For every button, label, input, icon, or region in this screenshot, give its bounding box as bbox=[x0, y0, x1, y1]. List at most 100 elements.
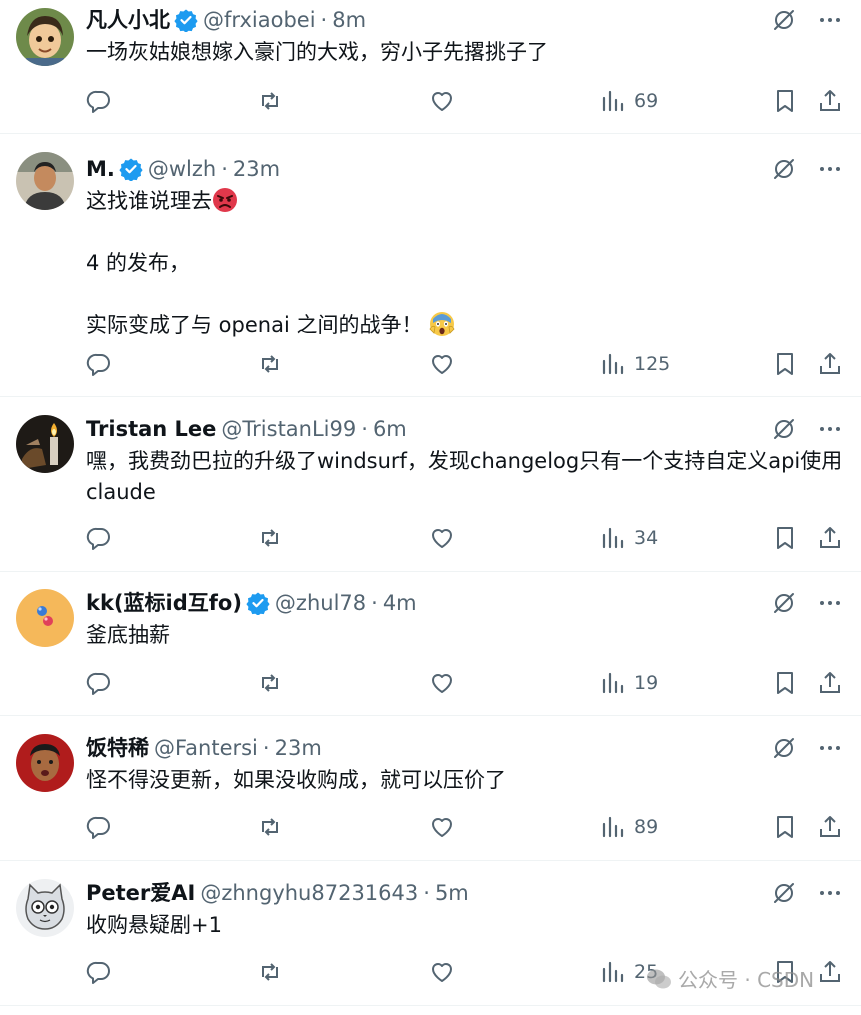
reply-button[interactable] bbox=[86, 668, 112, 698]
repost-button[interactable] bbox=[257, 86, 283, 116]
more-options-icon[interactable] bbox=[817, 590, 843, 616]
repost-button[interactable] bbox=[257, 957, 283, 987]
avatar[interactable] bbox=[16, 152, 74, 210]
tweet[interactable]: M. @wlzh · 23m 这找谁说理去 4 的发布， 实际变成了与 open… bbox=[0, 134, 861, 397]
views-button[interactable]: 19 bbox=[600, 668, 658, 698]
avatar[interactable] bbox=[16, 879, 74, 937]
grok-icon[interactable] bbox=[771, 7, 797, 33]
display-name[interactable]: Tristan Lee bbox=[86, 415, 216, 443]
share-button[interactable] bbox=[817, 957, 843, 987]
tweet-text: 这找谁说理去 4 的发布， 实际变成了与 openai 之间的战争！ bbox=[86, 186, 843, 341]
bookmark-button[interactable] bbox=[772, 523, 798, 553]
user-handle[interactable]: @zhul78 bbox=[275, 589, 366, 617]
reply-button[interactable] bbox=[86, 523, 112, 553]
separator: · bbox=[262, 736, 270, 760]
timestamp[interactable]: 4m bbox=[383, 589, 417, 617]
tweet-text: 釜底抽薪 bbox=[86, 620, 843, 651]
tweet-actions: 125 bbox=[86, 349, 846, 379]
avatar[interactable] bbox=[16, 415, 74, 473]
views-count: 125 bbox=[634, 353, 671, 375]
verified-badge-icon bbox=[174, 8, 198, 32]
like-button[interactable] bbox=[429, 349, 455, 379]
avatar[interactable] bbox=[16, 8, 74, 66]
user-handle[interactable]: @wlzh bbox=[148, 155, 216, 183]
views-button[interactable]: 89 bbox=[600, 812, 658, 842]
repost-button[interactable] bbox=[257, 349, 283, 379]
more-options-icon[interactable] bbox=[817, 880, 843, 906]
repost-button[interactable] bbox=[257, 812, 283, 842]
tweet-actions: 34 bbox=[86, 523, 846, 553]
angry-face-icon bbox=[212, 187, 238, 213]
display-name[interactable]: M. bbox=[86, 155, 115, 183]
views-button[interactable]: 69 bbox=[600, 86, 658, 116]
grok-icon[interactable] bbox=[771, 880, 797, 906]
display-name[interactable]: kk(蓝标id互fo) bbox=[86, 589, 242, 617]
display-name[interactable]: 饭特稀 bbox=[86, 734, 149, 762]
repost-button[interactable] bbox=[257, 668, 283, 698]
share-button[interactable] bbox=[817, 86, 843, 116]
tweet-line: 实际变成了与 openai 之间的战争！ bbox=[86, 313, 423, 337]
tweet[interactable]: 饭特稀 @Fantersi · 23m 怪不得没更新，如果没收购成，就可以压价了… bbox=[0, 716, 861, 861]
screaming-face-icon bbox=[429, 311, 455, 337]
tweet[interactable]: Tristan Lee @TristanLi99 · 6m 嘿，我费劲巴拉的升级… bbox=[0, 397, 861, 572]
bookmark-button[interactable] bbox=[772, 668, 798, 698]
more-options-icon[interactable] bbox=[817, 156, 843, 182]
user-handle[interactable]: @Fantersi bbox=[154, 734, 258, 762]
views-count: 89 bbox=[634, 816, 659, 838]
tweet-actions: 69 bbox=[86, 86, 846, 116]
share-button[interactable] bbox=[817, 349, 843, 379]
bookmark-button[interactable] bbox=[772, 349, 798, 379]
timestamp[interactable]: 6m bbox=[373, 415, 407, 443]
tweet[interactable]: 凡人小北 @frxiaobei · 8m 一场灰姑娘想嫁入豪门的大戏，穷小子先撂… bbox=[0, 0, 861, 134]
separator: · bbox=[320, 8, 328, 32]
share-button[interactable] bbox=[817, 523, 843, 553]
bookmark-button[interactable] bbox=[772, 812, 798, 842]
grok-icon[interactable] bbox=[771, 156, 797, 182]
avatar[interactable] bbox=[16, 589, 74, 647]
views-button[interactable]: 34 bbox=[600, 523, 658, 553]
more-options-icon[interactable] bbox=[817, 416, 843, 442]
reply-button[interactable] bbox=[86, 812, 112, 842]
grok-icon[interactable] bbox=[771, 590, 797, 616]
like-button[interactable] bbox=[429, 668, 455, 698]
watermark: 公众号 · CSDN bbox=[646, 964, 814, 993]
views-count: 34 bbox=[634, 527, 659, 549]
tweet-text: 怪不得没更新，如果没收购成，就可以压价了 bbox=[86, 765, 843, 796]
repost-button[interactable] bbox=[257, 523, 283, 553]
tweet-actions: 89 bbox=[86, 812, 846, 842]
tweet-text: 收购悬疑剧+1 bbox=[86, 910, 843, 941]
display-name[interactable]: 凡人小北 bbox=[86, 6, 170, 34]
timestamp[interactable]: 23m bbox=[233, 155, 280, 183]
more-options-icon[interactable] bbox=[817, 7, 843, 33]
more-options-icon[interactable] bbox=[817, 735, 843, 761]
tweet[interactable]: kk(蓝标id互fo) @zhul78 · 4m 釜底抽薪 19 bbox=[0, 572, 861, 716]
avatar[interactable] bbox=[16, 734, 74, 792]
like-button[interactable] bbox=[429, 957, 455, 987]
separator: · bbox=[221, 157, 228, 181]
timestamp[interactable]: 8m bbox=[332, 6, 366, 34]
share-button[interactable] bbox=[817, 668, 843, 698]
views-button[interactable]: 125 bbox=[600, 349, 670, 379]
watermark-text: 公众号 · CSDN bbox=[678, 968, 815, 992]
share-button[interactable] bbox=[817, 812, 843, 842]
reply-button[interactable] bbox=[86, 349, 112, 379]
like-button[interactable] bbox=[429, 523, 455, 553]
tweet-line: 4 的发布， bbox=[86, 251, 191, 275]
tweet-line: 嘿，我费劲巴拉的升级了windsurf，发现changelog只有一个支持自定义… bbox=[86, 449, 843, 504]
user-handle[interactable]: @TristanLi99 bbox=[221, 415, 356, 443]
grok-icon[interactable] bbox=[771, 416, 797, 442]
like-button[interactable] bbox=[429, 812, 455, 842]
timestamp[interactable]: 5m bbox=[435, 879, 469, 907]
user-handle[interactable]: @zhngyhu87231643 bbox=[200, 879, 418, 907]
grok-icon[interactable] bbox=[771, 735, 797, 761]
views-count: 19 bbox=[634, 672, 659, 694]
display-name[interactable]: Peter爱AI bbox=[86, 879, 195, 907]
tweet-line: 这找谁说理去 bbox=[86, 189, 212, 213]
tweet-line: 一场灰姑娘想嫁入豪门的大戏，穷小子先撂挑子了 bbox=[86, 40, 548, 64]
user-handle[interactable]: @frxiaobei bbox=[203, 6, 316, 34]
like-button[interactable] bbox=[429, 86, 455, 116]
reply-button[interactable] bbox=[86, 957, 112, 987]
timestamp[interactable]: 23m bbox=[275, 734, 322, 762]
reply-button[interactable] bbox=[86, 86, 112, 116]
bookmark-button[interactable] bbox=[772, 86, 798, 116]
